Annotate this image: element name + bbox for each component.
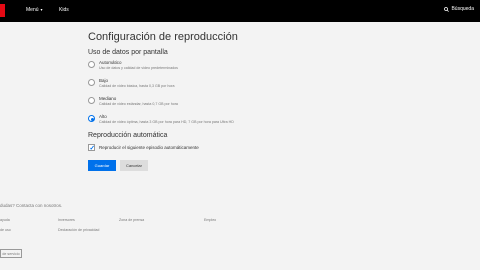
menu-dropdown[interactable]: Menú ▾ — [26, 7, 43, 13]
option-title: Bajo — [99, 78, 109, 83]
option-title: Automático — [99, 60, 122, 65]
service-code-button[interactable]: de servicio — [0, 249, 22, 258]
option-high[interactable]: Alto Calidad de video óptima, hasta 3 GB… — [88, 112, 408, 128]
radio-automatic[interactable] — [88, 61, 95, 68]
option-description: Uso de datos y calidad de video predeter… — [99, 66, 178, 70]
autoplay-heading: Reproducción automática — [88, 132, 168, 139]
autoplay-checkbox-label: Reproducir el siguiente episodio automát… — [99, 145, 199, 150]
option-description: Calidad de video estándar, hasta 0,7 GB … — [99, 102, 178, 106]
footer-link-jobs[interactable]: Empleo — [204, 218, 216, 222]
footer-contact-text[interactable]: dudas? Contacta con nosotros. — [0, 203, 62, 208]
option-medium[interactable]: Mediano Calidad de video estándar, hasta… — [88, 94, 408, 110]
data-usage-heading: Uso de datos por pantalla — [88, 49, 168, 56]
top-navigation-bar: Menú ▾ Kids Búsqueda — [0, 0, 480, 22]
autoplay-checkbox[interactable]: ✓ — [88, 144, 95, 152]
radio-low[interactable] — [88, 79, 95, 86]
radio-high[interactable] — [88, 115, 95, 122]
action-buttons: Guardar Cancelar — [88, 160, 408, 174]
footer-link-terms[interactable]: de uso — [0, 228, 11, 232]
radio-medium[interactable] — [88, 97, 95, 104]
option-title: Alto — [99, 114, 107, 119]
netflix-logo[interactable] — [0, 4, 5, 17]
search-icon — [444, 6, 450, 12]
cancel-button[interactable]: Cancelar — [120, 160, 148, 171]
autoplay-option[interactable]: ✓ Reproducir el siguiente episodio autom… — [88, 142, 408, 154]
playback-settings-panel: Configuración de reproducción Uso de dat… — [88, 31, 408, 174]
checkmark-icon: ✓ — [89, 144, 95, 152]
search-button[interactable]: Búsqueda — [444, 6, 474, 12]
menu-label: Menú — [26, 7, 39, 13]
option-low[interactable]: Bajo Calidad de video básica, hasta 0,3 … — [88, 76, 408, 92]
option-automatic[interactable]: Automático Uso de datos y calidad de vid… — [88, 58, 408, 74]
footer-link-privacy[interactable]: Declaración de privacidad — [58, 228, 99, 232]
option-title: Mediano — [99, 96, 117, 101]
chevron-down-icon: ▾ — [40, 7, 43, 12]
footer-link-investors[interactable]: Inversores — [58, 218, 75, 222]
save-button[interactable]: Guardar — [88, 160, 116, 171]
footer-link-help[interactable]: ayuda — [0, 218, 10, 222]
footer-link-press[interactable]: Zona de prensa — [119, 218, 144, 222]
page-title: Configuración de reproducción — [88, 31, 238, 43]
kids-link[interactable]: Kids — [59, 7, 69, 13]
search-label: Búsqueda — [451, 6, 474, 12]
option-description: Calidad de video básica, hasta 0,3 GB po… — [99, 84, 175, 88]
option-description: Calidad de video óptima, hasta 3 GB por … — [99, 120, 234, 124]
